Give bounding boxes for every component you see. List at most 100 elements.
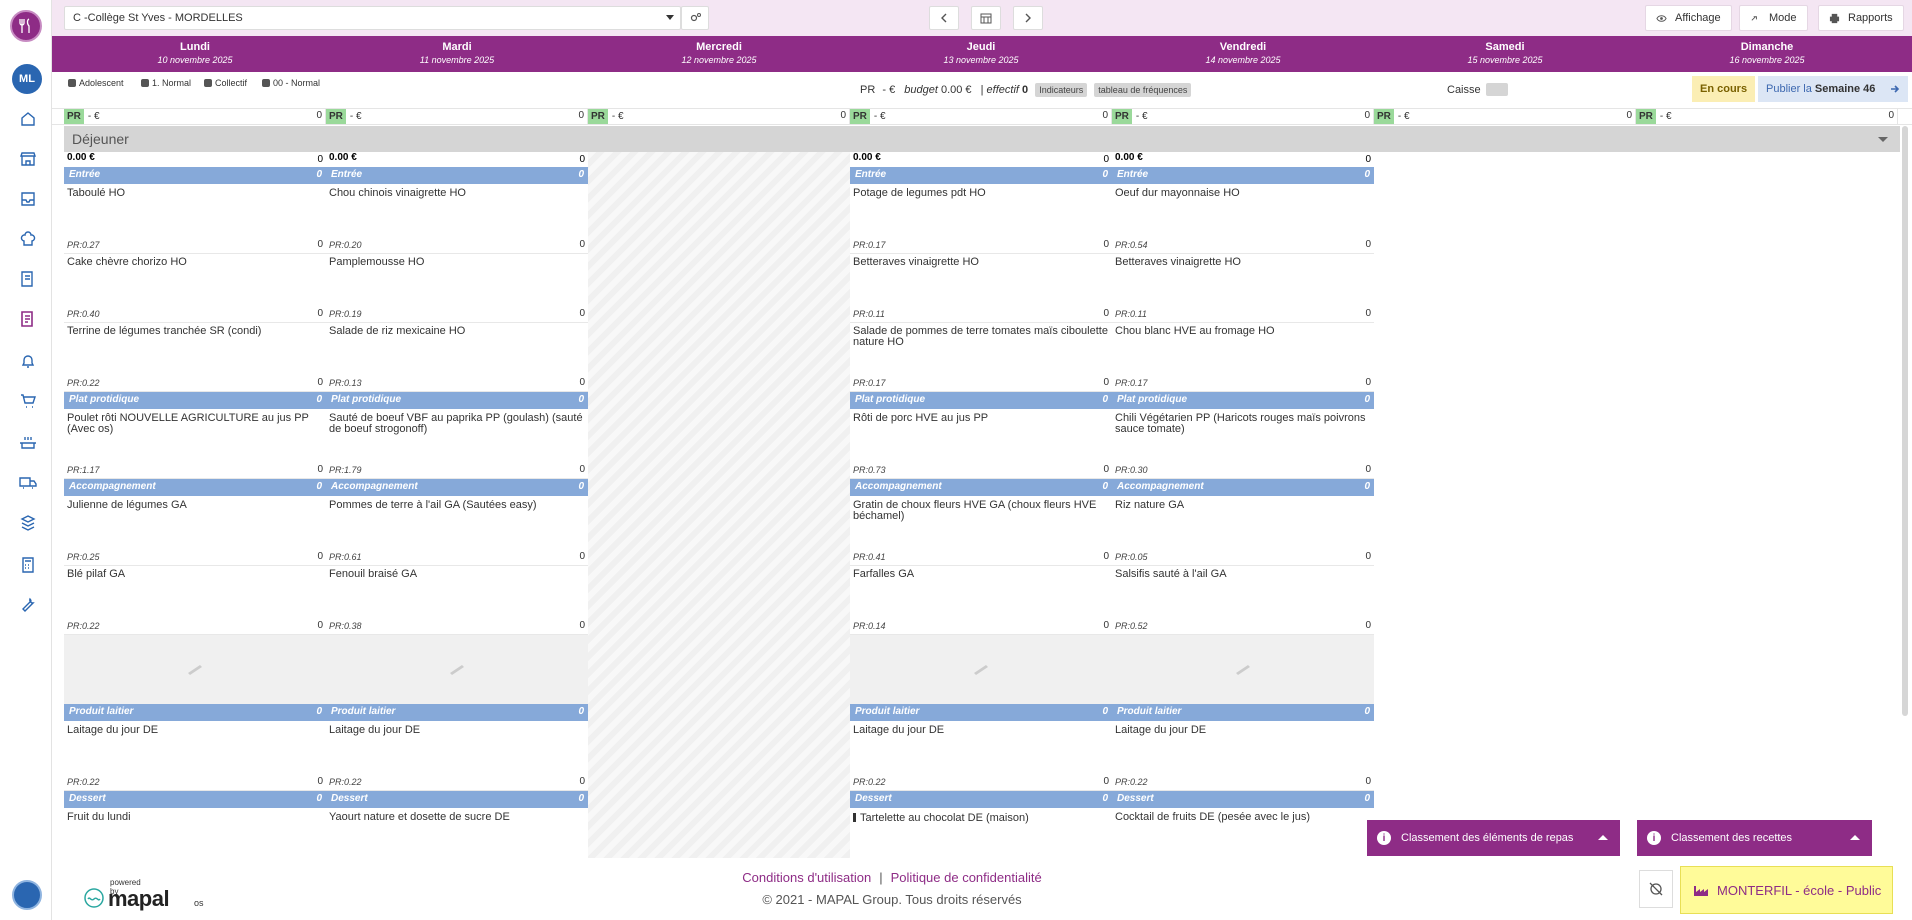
dish-item[interactable]: Terrine de légumes tranchée SR (condi) PR… xyxy=(64,323,326,392)
dish-item[interactable]: Laitage du jour DE PR:0.22 0 xyxy=(64,722,326,791)
inbox-icon[interactable] xyxy=(19,190,37,208)
indicateurs-button[interactable]: Indicateurs xyxy=(1035,83,1088,97)
dish-item[interactable]: Cocktail de fruits DE (pesée avec le jus… xyxy=(1112,809,1374,858)
pr-count: 0 xyxy=(316,110,322,121)
caisse-exit-icon[interactable] xyxy=(1485,83,1508,96)
plate-icon xyxy=(1649,882,1663,896)
day-total: 0.00 € 0 xyxy=(64,152,326,167)
dish-item[interactable]: Pamplemousse HO PR:0.19 0 xyxy=(326,254,588,323)
meal-section-header[interactable]: Déjeuner xyxy=(64,126,1900,152)
pr-row: PR - €0 PR - €0 PR - €0 PR - €0 PR - €0 PR - €0 PR - … xyxy=(52,108,1912,125)
site-switcher-button[interactable]: MONTERFIL - école - Public xyxy=(1680,866,1893,914)
user-avatar[interactable]: ML xyxy=(12,64,42,94)
wrench-icon[interactable] xyxy=(19,596,37,614)
dish-item[interactable]: Salade de pommes de terre tomates maïs c… xyxy=(850,323,1112,392)
store-icon[interactable] xyxy=(19,150,37,168)
dish-item[interactable]: Yaourt nature et dosette de sucre DE xyxy=(326,809,588,858)
dish-item[interactable]: Betteraves vinaigrette HO PR:0.11 0 xyxy=(1112,254,1374,323)
dish-item[interactable]: Poulet rôti NOUVELLE AGRICULTURE au jus … xyxy=(64,410,326,479)
dish-item[interactable]: Laitage du jour DE PR:0.22 0 xyxy=(1112,722,1374,791)
chef-hat-icon[interactable] xyxy=(19,230,37,248)
day-name: Mardi xyxy=(442,41,472,53)
privacy-link[interactable]: Politique de confidentialité xyxy=(891,870,1042,885)
dish-item[interactable]: Rôti de porc HVE au jus PP PR:0.73 0 xyxy=(850,410,1112,479)
dish-item[interactable]: Riz nature GA PR:0.05 0 xyxy=(1112,497,1374,566)
dish-item[interactable]: Sauté de boeuf VBF au paprika PP (goulas… xyxy=(326,410,588,479)
delivery-truck-icon[interactable] xyxy=(19,474,37,492)
rapports-button[interactable]: Rapports xyxy=(1818,5,1904,31)
calendar-button[interactable] xyxy=(971,6,1001,30)
help-icon[interactable] xyxy=(12,880,42,910)
dish-item[interactable]: Oeuf dur mayonnaise HO PR:0.54 0 xyxy=(1112,185,1374,254)
dish-item[interactable]: Fenouil braisé GA PR:0.38 0 xyxy=(326,566,588,635)
vertical-scrollbar[interactable] xyxy=(1902,126,1908,716)
dining-toggle-button[interactable] xyxy=(1639,870,1673,908)
dish-item[interactable]: Cake chèvre chorizo HO PR:0.40 0 xyxy=(64,254,326,323)
dish-pr: PR:0.27 xyxy=(67,240,100,250)
frequences-button[interactable]: tableau de fréquences xyxy=(1094,83,1192,97)
category-count: 0 xyxy=(578,481,584,492)
dish-item[interactable]: Laitage du jour DE PR:0.22 0 xyxy=(850,722,1112,791)
category-count: 0 xyxy=(316,793,322,804)
factory-icon xyxy=(1694,886,1708,896)
dish-item[interactable]: Laitage du jour DE PR:0.22 0 xyxy=(326,722,588,791)
dish-item[interactable]: Chou blanc HVE au fromage HO PR:0.17 0 xyxy=(1112,323,1374,392)
pencil-icon xyxy=(188,665,202,675)
affichage-button[interactable]: Affichage xyxy=(1645,5,1732,31)
dish-name: Julienne de légumes GA xyxy=(67,499,187,511)
dish-pr: PR:0.22 xyxy=(329,777,362,787)
add-dish-slot[interactable] xyxy=(850,635,1112,704)
dish-item[interactable]: Salsifis sauté à l'ail GA PR:0.52 0 xyxy=(1112,566,1374,635)
site-settings-button[interactable] xyxy=(681,6,709,30)
app-logo-icon[interactable] xyxy=(10,10,42,42)
checklist-heart-icon[interactable] xyxy=(19,270,37,288)
category-label: Produit laitier xyxy=(69,706,134,717)
dish-pr: PR:0.40 xyxy=(67,309,100,319)
recettes-ranking-panel[interactable]: i Classement des recettes xyxy=(1637,820,1872,856)
category-header: Produit laitier 0 xyxy=(326,704,588,721)
dish-item[interactable]: Pommes de terre à l'ail GA (Sautées easy… xyxy=(326,497,588,566)
pr-value: - € xyxy=(87,111,100,122)
day-date: 12 novembre 2025 xyxy=(681,55,757,65)
dish-item[interactable]: Chou chinois vinaigrette HO PR:0.20 0 xyxy=(326,185,588,254)
publish-button[interactable]: Publier la Semaine 46 xyxy=(1758,76,1908,102)
mode-button[interactable]: Mode xyxy=(1739,5,1808,31)
dish-count: 0 xyxy=(579,551,585,562)
dish-item[interactable]: Fruit du lundi xyxy=(64,809,326,858)
dish-item[interactable]: Farfalles GA PR:0.14 0 xyxy=(850,566,1112,635)
dish-item[interactable]: Taboulé HO PR:0.27 0 xyxy=(64,185,326,254)
dish-item[interactable]: Potage de legumes pdt HO PR:0.17 0 xyxy=(850,185,1112,254)
add-dish-slot[interactable] xyxy=(326,635,588,704)
site-selector[interactable]: C -Collège St Yves - MORDELLES xyxy=(64,6,681,30)
dish-item[interactable]: Blé pilaf GA PR:0.22 0 xyxy=(64,566,326,635)
dish-item[interactable]: Gratin de choux fleurs HVE GA (choux fle… xyxy=(850,497,1112,566)
dish-name: Blé pilaf GA xyxy=(67,568,126,580)
bell-icon[interactable] xyxy=(19,352,37,370)
dish-name: Laitage du jour DE xyxy=(1115,724,1207,736)
cart-icon[interactable] xyxy=(19,392,37,410)
add-dish-slot[interactable] xyxy=(1112,635,1374,704)
terms-link[interactable]: Conditions d'utilisation xyxy=(742,870,871,885)
dish-count: 0 xyxy=(1103,620,1109,631)
dish-item[interactable]: Betteraves vinaigrette HO PR:0.11 0 xyxy=(850,254,1112,323)
next-week-button[interactable] xyxy=(1013,6,1043,30)
add-dish-slot[interactable] xyxy=(64,635,326,704)
dish-item[interactable]: Julienne de légumes GA PR:0.25 0 xyxy=(64,497,326,566)
stock-icon[interactable] xyxy=(19,514,37,532)
category-label: Plat protidique xyxy=(1117,394,1187,405)
calculator-icon[interactable] xyxy=(19,556,37,574)
home-icon[interactable] xyxy=(19,110,37,128)
dish-item[interactable]: Tartelette au chocolat DE (maison) xyxy=(850,809,1112,858)
previous-week-button[interactable] xyxy=(929,6,959,30)
menu-book-icon[interactable] xyxy=(19,310,37,328)
dish-item[interactable]: Chili Végétarien PP (Haricots rouges maï… xyxy=(1112,410,1374,479)
category-label: Plat protidique xyxy=(331,394,401,405)
dish-pr: PR:0.73 xyxy=(853,465,886,475)
total-value: 0.00 € xyxy=(329,152,357,163)
dish-item[interactable]: Salade de riz mexicaine HO PR:0.13 0 xyxy=(326,323,588,392)
day-column-header: Vendredi 14 novembre 2025 xyxy=(1112,36,1374,72)
total-value: 0.00 € xyxy=(67,152,95,163)
cooking-icon[interactable] xyxy=(19,434,37,452)
dish-count: 0 xyxy=(1365,377,1371,388)
repas-ranking-panel[interactable]: i Classement des éléments de repas xyxy=(1367,820,1620,856)
